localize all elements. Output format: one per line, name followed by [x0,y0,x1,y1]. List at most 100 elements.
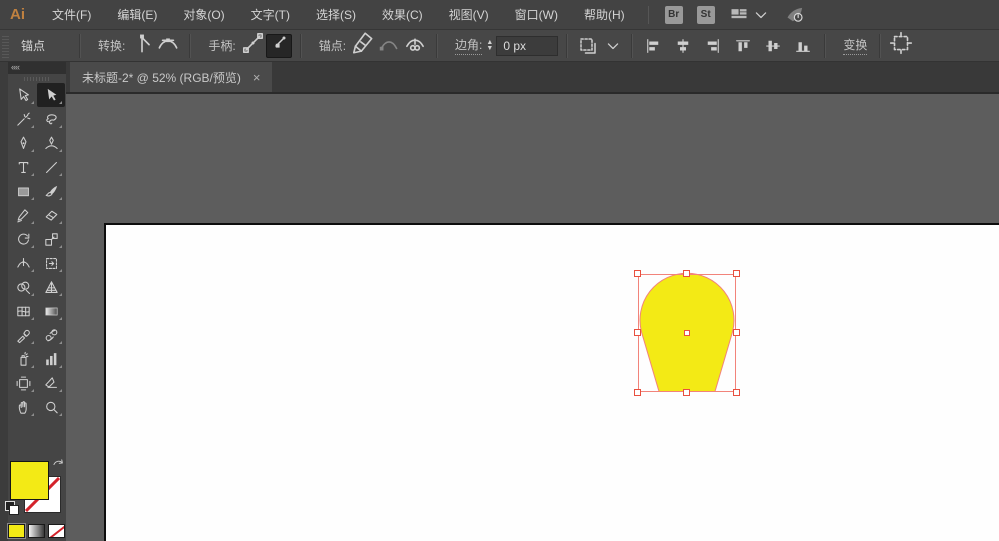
divider [631,33,633,58]
align-top-button[interactable] [730,34,756,58]
isolate-selection-button[interactable] [888,31,914,58]
paint-mode-buttons [7,523,65,539]
convert-corner-button[interactable] [129,34,155,58]
zoom-tool[interactable] [37,395,65,419]
show-handles-icon [240,30,266,61]
corner-link[interactable]: 边角: [455,36,483,55]
divider [189,33,191,58]
bridge-button[interactable]: Br [664,5,683,24]
selection-handle[interactable] [733,389,740,396]
symbol-sprayer-tool[interactable] [9,347,37,371]
canvas[interactable] [66,94,999,541]
show-handles-button[interactable] [240,32,266,58]
selection-handle[interactable] [634,270,641,277]
column-graph-tool[interactable] [37,347,65,371]
transform-link[interactable]: 变换 [843,36,868,55]
lasso-tool[interactable] [37,107,65,131]
menu-window[interactable]: 窗口(W) [502,0,571,30]
slice-tool[interactable] [37,371,65,395]
close-icon[interactable]: × [253,70,261,85]
width-tool[interactable] [9,251,37,275]
hand-tool[interactable] [9,395,37,419]
tools-panel: «« [0,62,66,541]
align-to-dropdown[interactable] [575,34,623,58]
align-bottom-button[interactable] [790,34,816,58]
panel-grip-handle[interactable] [2,33,9,58]
control-bar-title: 锚点 [21,39,46,53]
selection-handle[interactable] [683,389,690,396]
document-tab[interactable]: 未标题-2* @ 52% (RGB/预览) × [70,62,273,92]
menu-type[interactable]: 文字(T) [238,0,303,30]
selection-handle[interactable] [733,270,740,277]
selected-object[interactable] [634,270,740,396]
free-transform-tool[interactable] [37,251,65,275]
selection-handle[interactable] [683,270,690,277]
pen-tool[interactable] [9,131,37,155]
chevron-down-icon [751,5,771,25]
rectangle-tool[interactable] [9,179,37,203]
curvature-tool[interactable] [37,131,65,155]
gradient-tool[interactable] [37,299,65,323]
line-segment-tool[interactable] [37,155,65,179]
corner-stepper[interactable]: ▲ ▼ [486,39,493,52]
convert-smooth-icon [155,30,181,61]
gpu-performance-icon[interactable] [785,5,805,25]
align-vcenter-button[interactable] [760,34,786,58]
panel-drag-handle[interactable] [8,74,66,83]
stock-button[interactable]: St [696,5,715,24]
hide-handles-button[interactable] [265,33,292,58]
selection-center-point[interactable] [684,330,690,336]
eraser-tool[interactable] [37,203,65,227]
align-hcenter-button[interactable] [670,34,696,58]
menu-effect[interactable]: 效果(C) [369,0,436,30]
gradient-mode-button[interactable] [28,524,45,538]
menu-right-cluster: Br St [647,5,805,25]
delete-anchor-button[interactable] [350,32,376,58]
artboard-tool[interactable] [9,371,37,395]
rotate-tool[interactable] [9,227,37,251]
blend-tool[interactable] [37,323,65,347]
stepper-down-icon[interactable]: ▼ [486,45,493,52]
convert-smooth-button[interactable] [155,34,181,58]
handles-label: 手柄: [208,39,236,53]
divider [647,5,649,24]
menu-select[interactable]: 选择(S) [303,0,369,30]
collapse-panel-button[interactable]: «« [8,62,66,74]
shaper-tool[interactable] [9,203,37,227]
cut-path-button[interactable] [402,34,428,58]
menu-object[interactable]: 对象(O) [170,0,237,30]
selection-handle[interactable] [634,389,641,396]
shape-builder-tool[interactable] [9,275,37,299]
none-mode-button[interactable] [48,524,65,538]
selection-handle[interactable] [634,329,641,336]
artboard[interactable] [104,223,999,541]
corner-radius-input[interactable] [496,35,559,56]
menu-view[interactable]: 视图(V) [436,0,502,30]
swap-fill-stroke-icon[interactable] [50,458,66,473]
divider [566,33,568,58]
magic-wand-tool[interactable] [9,107,37,131]
selection-tool[interactable] [9,83,37,107]
corner-radius-field: ▲ ▼ [486,35,559,56]
align-left-button[interactable] [640,34,666,58]
connect-path-button [376,34,402,58]
default-fill-stroke-icon[interactable] [5,501,19,515]
isolate-selection-icon [888,30,914,61]
menu-edit[interactable]: 编辑(E) [104,0,170,30]
scale-tool[interactable] [37,227,65,251]
align-to-artboard-icon [575,34,601,58]
mesh-tool[interactable] [9,299,37,323]
menu-file[interactable]: 文件(F) [39,0,104,30]
fill-swatch[interactable] [10,461,49,500]
direct-selection-tool[interactable] [37,83,65,107]
tool-grid [8,83,66,419]
selection-handle[interactable] [733,329,740,336]
type-tool[interactable] [9,155,37,179]
paintbrush-tool[interactable] [37,179,65,203]
align-right-button[interactable] [700,34,726,58]
workspace-switcher[interactable] [729,5,771,25]
eyedropper-tool[interactable] [9,323,37,347]
perspective-grid-tool[interactable] [37,275,65,299]
menu-help[interactable]: 帮助(H) [571,0,638,30]
color-mode-button[interactable] [7,523,26,539]
